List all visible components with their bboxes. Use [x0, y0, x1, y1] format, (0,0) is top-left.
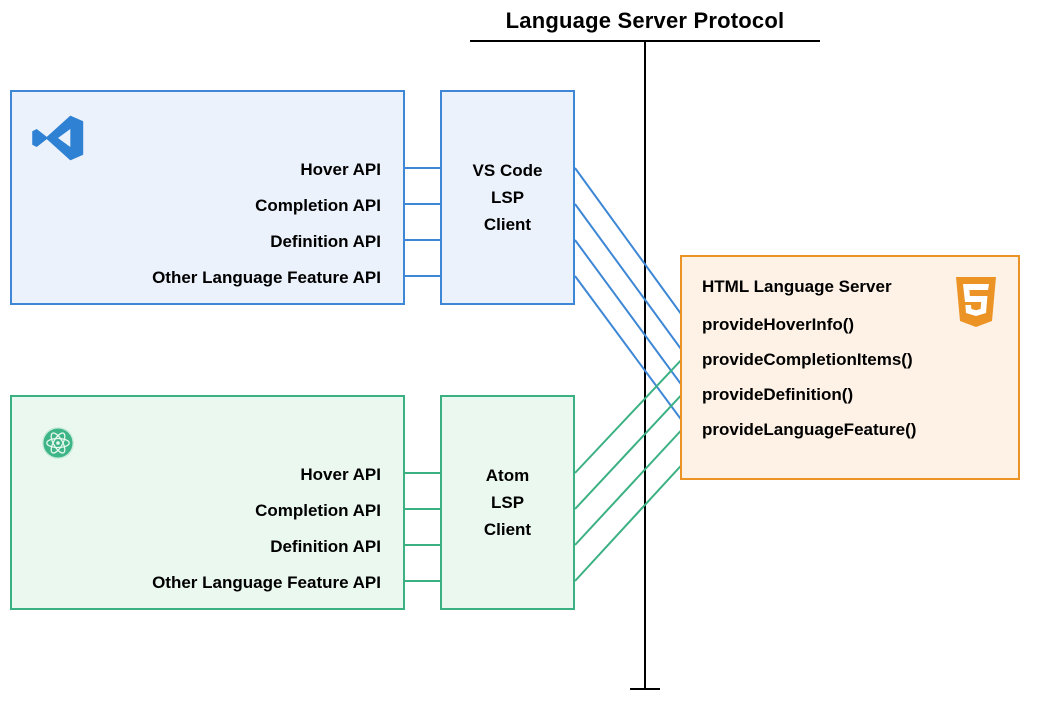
html5-icon [952, 275, 1000, 334]
client-label-line: VS Code [442, 157, 573, 184]
server-method: provideDefinition() [702, 385, 998, 420]
api-label: Completion API [152, 493, 381, 529]
client-label-line: Client [442, 516, 573, 543]
diagram-title: Language Server Protocol [470, 8, 820, 34]
api-label: Definition API [152, 529, 381, 565]
api-label: Hover API [152, 457, 381, 493]
client-label-line: Client [442, 211, 573, 238]
server-method-list: provideHoverInfo() provideCompletionItem… [702, 315, 998, 455]
server-method: provideCompletionItems() [702, 350, 998, 385]
client-label-line: LSP [442, 184, 573, 211]
atom-icon [30, 415, 86, 476]
api-label: Completion API [152, 188, 381, 224]
api-label: Hover API [152, 152, 381, 188]
vscode-api-list: Hover API Completion API Definition API … [152, 152, 381, 296]
client-label-line: LSP [442, 489, 573, 516]
protocol-axis-vertical [644, 40, 646, 690]
protocol-axis-bottom [630, 688, 660, 690]
atom-lsp-client-box: Atom LSP Client [440, 395, 575, 610]
api-label: Other Language Feature API [152, 260, 381, 296]
atom-api-list: Hover API Completion API Definition API … [152, 457, 381, 601]
vscode-icon [30, 110, 86, 171]
atom-editor-box: Hover API Completion API Definition API … [10, 395, 405, 610]
vscode-lsp-client-box: VS Code LSP Client [440, 90, 575, 305]
client-label-line: Atom [442, 462, 573, 489]
api-label: Other Language Feature API [152, 565, 381, 601]
vscode-editor-box: Hover API Completion API Definition API … [10, 90, 405, 305]
api-label: Definition API [152, 224, 381, 260]
server-method: provideLanguageFeature() [702, 420, 998, 455]
html-language-server-box: HTML Language Server provideHoverInfo() … [680, 255, 1020, 480]
